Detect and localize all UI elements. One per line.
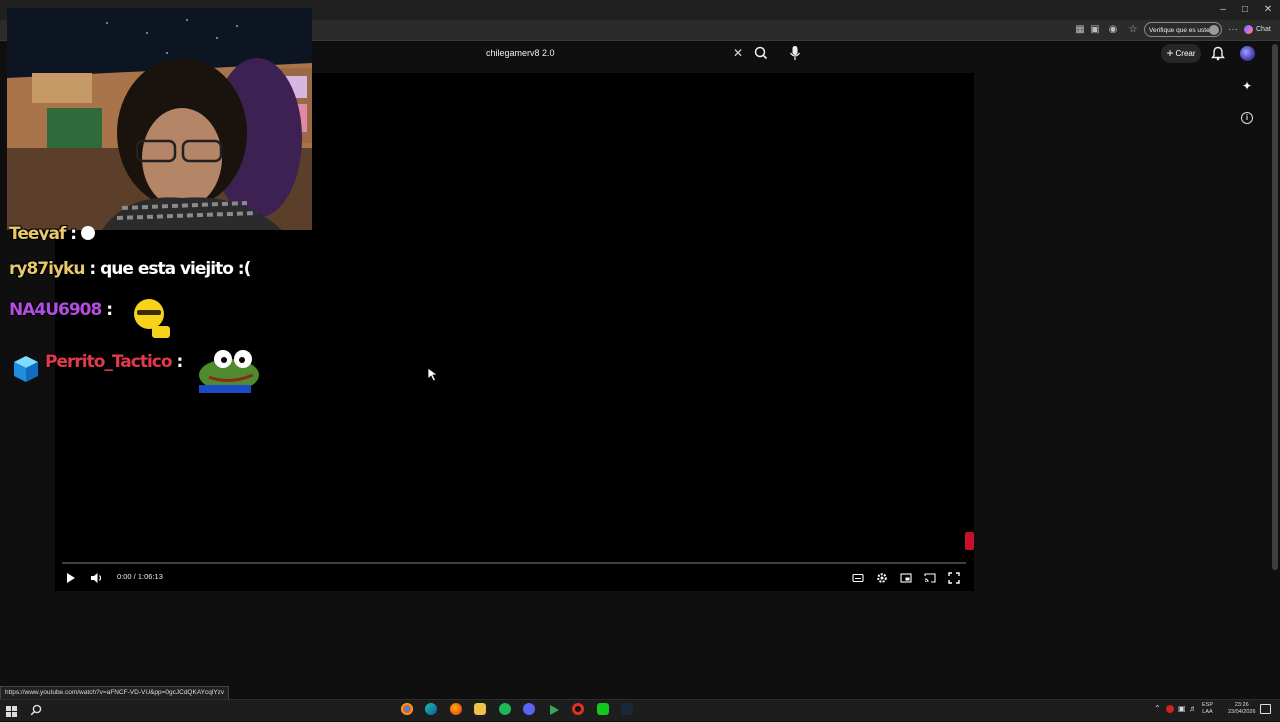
sparkle-ai-icon[interactable]: ✦ (1241, 80, 1253, 92)
favorite-star-icon[interactable]: ☆ (1126, 23, 1140, 37)
profile-verify-button[interactable]: Verifique que es usted (1144, 22, 1222, 37)
chat-text: que esta viejito :( (100, 259, 251, 279)
create-label: Crear (1175, 49, 1196, 58)
close-window-icon[interactable]: ✕ (1257, 3, 1279, 17)
maximize-icon[interactable]: □ (1234, 3, 1256, 17)
clock-time: 23:26 (1234, 702, 1249, 708)
keyboard-layout: LAA (1202, 709, 1213, 715)
obs-icon[interactable] (572, 703, 584, 715)
chat-message: NA4U6908 : (9, 300, 113, 320)
chat-username: ry87iyku (9, 259, 85, 279)
play-store-icon[interactable] (548, 703, 560, 715)
tray-chevron-icon[interactable]: ⌃ (1154, 704, 1161, 713)
windows-start-icon[interactable] (6, 704, 17, 717)
plus-icon: + (1166, 46, 1174, 60)
file-explorer-icon[interactable] (474, 703, 486, 715)
cast-icon[interactable] (924, 571, 936, 583)
firefox-icon[interactable] (450, 703, 462, 715)
app-available-icon[interactable]: ▦ (1073, 23, 1087, 37)
pepe-emote-icon (197, 347, 261, 400)
edge-icon[interactable] (425, 703, 437, 715)
video-progress-bar[interactable] (62, 562, 966, 564)
steam-icon[interactable] (621, 703, 633, 715)
copilot-icon (1244, 24, 1253, 34)
kick-icon[interactable] (597, 703, 609, 715)
fullscreen-icon[interactable] (948, 571, 960, 584)
network-icon[interactable]: ▣ (1178, 704, 1186, 713)
info-icon[interactable]: i (1241, 112, 1253, 124)
input-language[interactable]: ESP LAA (1202, 702, 1213, 716)
store-badge-icon[interactable] (965, 532, 974, 550)
extension-icon[interactable]: ◉ (1106, 23, 1120, 37)
verify-label: Verifique que es usted (1149, 27, 1214, 34)
discord-icon[interactable] (523, 703, 535, 715)
emote-icon (132, 298, 172, 345)
chat-message: Perrito_Tactico : (45, 352, 183, 372)
chat-message: Teeyaf : (9, 220, 95, 240)
clear-search-icon[interactable]: ✕ (732, 46, 744, 60)
spotify-icon[interactable] (499, 703, 511, 715)
search-input[interactable]: chilegamerv8 2.0 (478, 44, 756, 62)
more-options-icon[interactable]: ··· (1226, 23, 1240, 37)
language-code: ESP (1202, 702, 1214, 708)
minimize-icon[interactable]: – (1212, 3, 1234, 17)
profile-avatar-icon (1209, 25, 1219, 35)
search-icon[interactable] (753, 45, 769, 61)
volume-icon[interactable] (90, 571, 104, 583)
system-clock[interactable]: 23:26 23/04/2026 (1228, 702, 1256, 716)
account-avatar[interactable] (1240, 46, 1255, 61)
speaker-icon[interactable]: ♬ (1189, 704, 1197, 713)
notifications-icon[interactable] (1260, 704, 1271, 714)
windows-taskbar (0, 699, 1280, 721)
streamer-webcam (7, 8, 312, 230)
create-button[interactable]: + Crear (1161, 44, 1201, 63)
emote-icon (81, 226, 95, 240)
copilot-chat-button[interactable]: Chat (1244, 22, 1271, 37)
subscriber-cube-icon (12, 354, 40, 389)
miniplayer-icon[interactable] (900, 571, 912, 583)
chrome-icon[interactable] (401, 703, 413, 715)
clock-date: 23/04/2026 (1228, 709, 1256, 715)
chat-label: Chat (1256, 26, 1271, 33)
chat-username: Perrito_Tactico (45, 352, 173, 372)
play-icon[interactable] (64, 571, 78, 583)
link-status-url: https://www.youtube.com/watch?v=aFNCF-VD… (0, 686, 230, 700)
notifications-bell-icon[interactable] (1211, 46, 1225, 61)
microphone-icon[interactable] (787, 44, 803, 62)
video-time-display: 0:00 / 1:06:13 (117, 572, 163, 581)
mouse-cursor-icon (427, 367, 441, 388)
tray-app-icon[interactable] (1166, 705, 1174, 713)
chat-username: Teeyaf (9, 224, 66, 240)
taskbar-search-icon[interactable] (30, 703, 42, 716)
settings-gear-icon[interactable] (876, 571, 888, 583)
page-scrollbar[interactable] (1272, 44, 1278, 570)
chat-message: ry87iyku : que esta viejito :( (9, 259, 251, 279)
subtitles-icon[interactable] (852, 571, 864, 583)
reader-mode-icon[interactable]: ▣ (1088, 23, 1102, 37)
chat-username: NA4U6908 (9, 300, 102, 320)
